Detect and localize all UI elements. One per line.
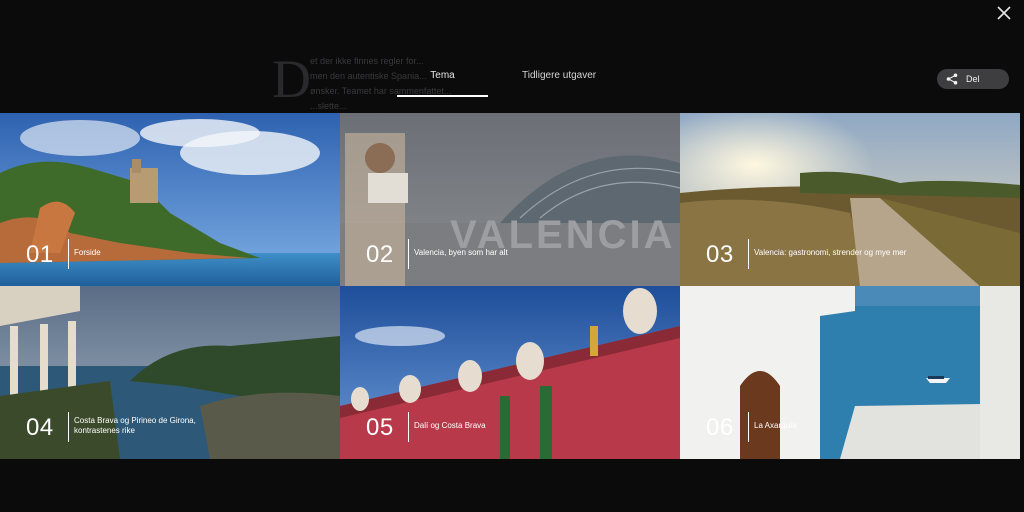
tile-title: Forside [74, 248, 101, 257]
article-line: et der ikke finnes regler for... [310, 56, 424, 66]
tile-title-line: Costa Brava og Pirineo de Girona, [74, 416, 196, 425]
tile-title: Valencia: gastronomi, strender og mye me… [754, 248, 907, 257]
tile-title: Costa Brava og Pirineo de Girona, kontra… [74, 416, 274, 436]
share-label: Del [966, 74, 980, 84]
tile-divider [748, 412, 749, 442]
tile-number: 02 [366, 241, 394, 268]
theme-tile-06[interactable]: 06 La Axarquía [680, 286, 1020, 459]
theme-tile-02[interactable]: VALENCIA 02 Valencia, byen som har alt [340, 113, 680, 286]
tab-bar: Tema Tidligere utgaver [397, 70, 596, 97]
close-button[interactable] [994, 3, 1014, 23]
issue-overlay: D et der ikke finnes regler for... men d… [0, 0, 1024, 512]
share-icon [946, 73, 958, 85]
bottom-bar [0, 459, 1024, 512]
tile-number: 03 [706, 241, 734, 268]
tab-tema[interactable]: Tema [397, 70, 488, 97]
tile-number: 05 [366, 414, 394, 441]
theme-tile-03[interactable]: 03 Valencia: gastronomi, strender og mye… [680, 113, 1020, 286]
tile-title: Valencia, byen som har alt [414, 248, 508, 257]
tile-title: La Axarquía [754, 421, 797, 430]
close-icon [997, 6, 1011, 20]
theme-tile-05[interactable]: 05 Dalí og Costa Brava [340, 286, 680, 459]
tile-title-line: kontrastenes rike [74, 426, 135, 435]
tile-divider [408, 239, 409, 269]
tile-number: 06 [706, 414, 734, 441]
theme-tile-04[interactable]: 04 Costa Brava og Pirineo de Girona, kon… [0, 286, 340, 459]
tile-divider [68, 239, 69, 269]
share-button[interactable]: Del [937, 69, 1009, 89]
tile-title: Dalí og Costa Brava [414, 421, 486, 430]
tile-divider [68, 412, 69, 442]
tile-number: 04 [26, 414, 54, 441]
tile-number: 01 [26, 241, 54, 268]
theme-tile-01[interactable]: 01 Forside [0, 113, 340, 286]
theme-grid: 01 Forside VALENCIA 02 Valencia, byen so… [0, 113, 1020, 459]
article-line: ...slette... [310, 101, 347, 111]
tile-divider [408, 412, 409, 442]
tile-divider [748, 239, 749, 269]
tab-tidligere-utgaver[interactable]: Tidligere utgaver [522, 70, 596, 94]
